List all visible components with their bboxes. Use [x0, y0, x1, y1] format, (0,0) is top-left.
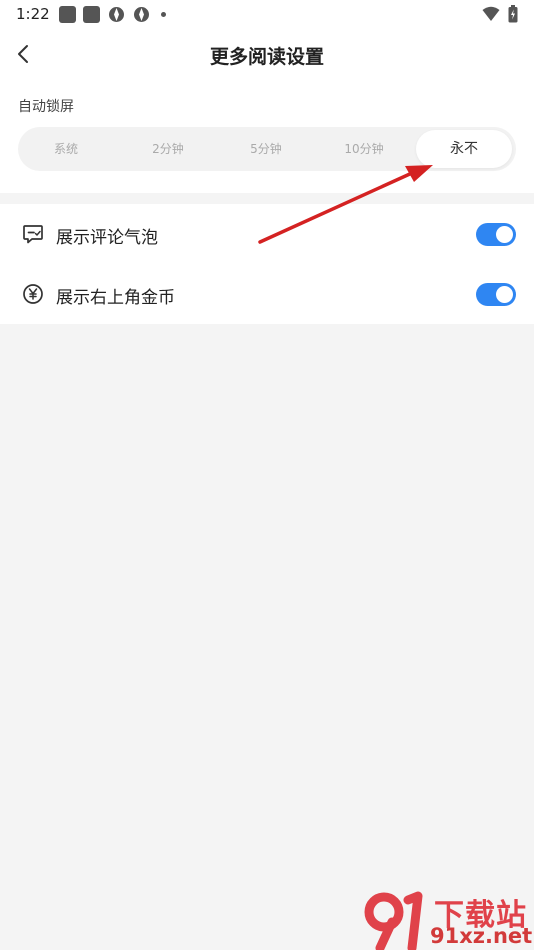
auto-lock-selector: 系统 2分钟 5分钟 10分钟 永不 [18, 127, 516, 171]
status-bar: 1:22 [0, 0, 534, 28]
gold-coin-toggle[interactable] [476, 283, 516, 306]
page-title: 更多阅读设置 [209, 46, 324, 68]
auto-lock-option-never[interactable]: 永不 [416, 130, 512, 168]
comment-bubble-toggle[interactable] [476, 223, 516, 246]
watermark-url: 91xz.net [430, 924, 533, 948]
toggle-knob [496, 286, 513, 303]
notification-icon [83, 6, 100, 23]
site-watermark: 下载站 91xz.net [362, 888, 534, 950]
auto-lock-section: 自动锁屏 系统 2分钟 5分钟 10分钟 永不 [0, 80, 534, 193]
auto-lock-label: 自动锁屏 [18, 99, 74, 115]
setting-label-gold-coin: 展示右上角金币 [56, 288, 175, 308]
setting-row-comment-bubble: 展示评论气泡 [0, 204, 534, 264]
battery-icon [508, 5, 518, 23]
notification-icon [134, 7, 149, 22]
display-settings-section: 展示评论气泡 展示右上角金币 [0, 204, 534, 324]
toggle-knob [496, 226, 513, 243]
yen-coin-icon [23, 284, 43, 304]
auto-lock-option-10min[interactable]: 10分钟 [314, 127, 414, 171]
setting-row-gold-coin: 展示右上角金币 [0, 264, 534, 324]
wifi-icon [482, 6, 500, 21]
auto-lock-option-2min[interactable]: 2分钟 [118, 127, 218, 171]
app-header: 更多阅读设置 [0, 28, 534, 80]
notification-icon [59, 6, 76, 23]
notification-icon [109, 7, 124, 22]
auto-lock-option-system[interactable]: 系统 [18, 127, 114, 171]
setting-label-comment-bubble: 展示评论气泡 [56, 228, 158, 248]
watermark-logo-icon [364, 891, 423, 950]
auto-lock-option-5min[interactable]: 5分钟 [216, 127, 316, 171]
comment-bubble-icon [23, 225, 43, 244]
status-time: 1:22 [16, 5, 50, 23]
more-notifications-icon [161, 12, 166, 17]
